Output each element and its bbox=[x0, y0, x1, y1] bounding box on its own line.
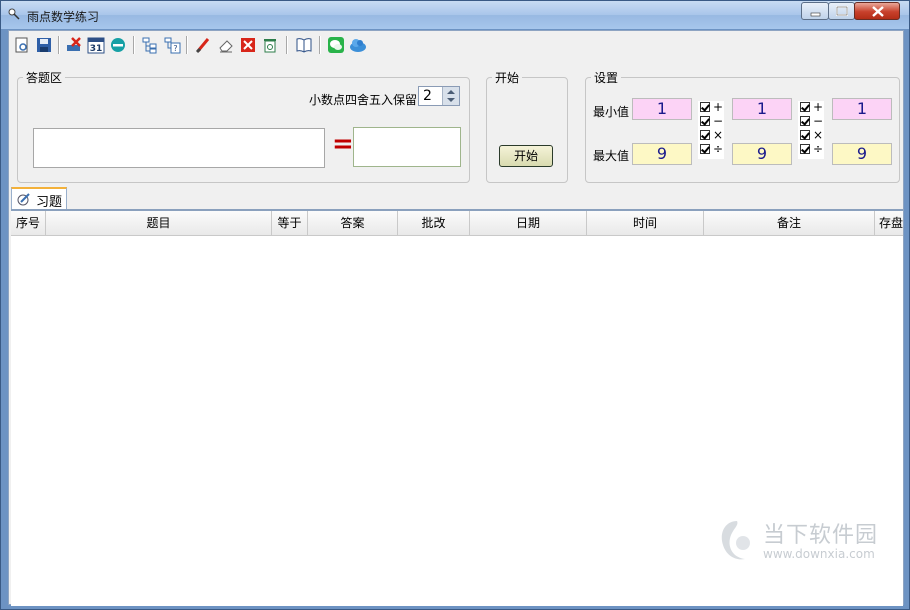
column-header-answer[interactable]: 答案 bbox=[308, 211, 398, 235]
eraser-icon[interactable] bbox=[217, 36, 235, 54]
watermark-url: www.downxia.com bbox=[763, 547, 875, 561]
tab-exercises[interactable]: 习题 bbox=[11, 187, 67, 210]
start-legend: 开始 bbox=[495, 71, 520, 85]
toolbar-separator bbox=[133, 36, 135, 54]
column-header-date[interactable]: 日期 bbox=[470, 211, 587, 235]
pencil-icon bbox=[17, 193, 30, 206]
op-symbol: − bbox=[813, 114, 824, 128]
op-symbol: × bbox=[713, 128, 724, 142]
watermark-text: 当下软件园 bbox=[763, 523, 879, 548]
recycle-icon[interactable] bbox=[261, 36, 279, 54]
app-icon bbox=[8, 8, 20, 20]
wechat-icon[interactable] bbox=[327, 36, 345, 54]
toolbar-separator bbox=[186, 36, 188, 54]
start-button[interactable]: 开始 bbox=[499, 145, 553, 167]
min-value-b[interactable]: 1 bbox=[732, 98, 792, 120]
watermark-logo-icon bbox=[721, 521, 750, 560]
op-symbol: − bbox=[713, 114, 724, 128]
column-header-save[interactable]: 存盘 bbox=[875, 211, 903, 235]
question-display[interactable] bbox=[33, 128, 325, 168]
maximize-button[interactable] bbox=[828, 2, 855, 20]
app-window: 雨点数学练习 31 ? 答题区 小数点四舍五入保留 2 = 开始 开始 设置 最… bbox=[0, 0, 910, 610]
help-icon[interactable]: ? bbox=[163, 36, 181, 54]
checkbox-icon bbox=[800, 116, 810, 126]
checkbox-icon bbox=[800, 102, 810, 112]
minimize-icon bbox=[810, 12, 821, 17]
op-subtract-checkbox[interactable]: − bbox=[700, 114, 724, 129]
min-value-c[interactable]: 1 bbox=[832, 98, 892, 120]
toolbar: 31 ? bbox=[9, 31, 903, 59]
max-value-a[interactable]: 9 bbox=[632, 143, 692, 165]
op-symbol: ÷ bbox=[713, 142, 724, 156]
minimize-button[interactable] bbox=[801, 2, 829, 20]
book-icon[interactable] bbox=[295, 36, 313, 54]
equals-sign: = bbox=[332, 129, 354, 159]
toolbar-separator bbox=[58, 36, 60, 54]
brush-icon[interactable] bbox=[195, 36, 213, 54]
checkbox-icon bbox=[700, 116, 710, 126]
maximize-icon bbox=[836, 6, 848, 16]
checkbox-icon bbox=[800, 144, 810, 154]
spinner-arrows-icon bbox=[447, 90, 455, 102]
window-title: 雨点数学练习 bbox=[27, 10, 100, 24]
watermark: 当下软件园 www.downxia.com bbox=[717, 513, 893, 569]
close-icon bbox=[872, 6, 884, 17]
round-decimals-spinner[interactable]: 2 bbox=[418, 86, 460, 106]
toolbar-separator bbox=[286, 36, 288, 54]
op-subtract-checkbox[interactable]: − bbox=[800, 114, 824, 129]
table-header: 序号 题目 等于 答案 批改 日期 时间 备注 存盘 bbox=[11, 211, 903, 236]
op-multiply-checkbox[interactable]: × bbox=[800, 128, 824, 143]
op-symbol: + bbox=[813, 100, 824, 114]
close-red-icon[interactable] bbox=[239, 36, 257, 54]
column-header-notes[interactable]: 备注 bbox=[704, 211, 875, 235]
round-decimals-value: 2 bbox=[423, 88, 432, 104]
cloud-icon[interactable] bbox=[349, 36, 367, 54]
svg-text:?: ? bbox=[173, 44, 177, 53]
title-bar[interactable]: 雨点数学练习 bbox=[1, 1, 909, 29]
settings-legend: 设置 bbox=[594, 71, 619, 85]
toolbar-separator bbox=[319, 36, 321, 54]
operators-group-1: + − × ÷ bbox=[698, 100, 724, 159]
column-header-index[interactable]: 序号 bbox=[11, 211, 46, 235]
column-header-question[interactable]: 题目 bbox=[46, 211, 272, 235]
settings-group: 设置 bbox=[585, 69, 900, 183]
op-symbol: × bbox=[813, 128, 824, 142]
svg-text:31: 31 bbox=[90, 44, 103, 54]
new-document-icon[interactable] bbox=[13, 36, 31, 54]
checkbox-icon bbox=[800, 130, 810, 140]
calendar-icon[interactable]: 31 bbox=[87, 36, 105, 54]
max-value-b[interactable]: 9 bbox=[732, 143, 792, 165]
answer-area-legend: 答题区 bbox=[26, 71, 63, 85]
op-multiply-checkbox[interactable]: × bbox=[700, 128, 724, 143]
min-value-a[interactable]: 1 bbox=[632, 98, 692, 120]
max-value-label: 最大值 bbox=[593, 149, 630, 163]
max-value-c[interactable]: 9 bbox=[832, 143, 892, 165]
column-header-time[interactable]: 时间 bbox=[587, 211, 704, 235]
close-window-button[interactable] bbox=[854, 2, 900, 20]
op-symbol: ÷ bbox=[813, 142, 824, 156]
op-divide-checkbox[interactable]: ÷ bbox=[700, 142, 724, 157]
checkbox-icon bbox=[700, 144, 710, 154]
round-decimals-label: 小数点四舍五入保留 bbox=[309, 93, 418, 107]
delete-icon[interactable] bbox=[65, 36, 83, 54]
op-add-checkbox[interactable]: + bbox=[700, 100, 724, 115]
column-header-grading[interactable]: 批改 bbox=[398, 211, 470, 235]
checkbox-icon bbox=[700, 130, 710, 140]
spinner-buttons[interactable] bbox=[442, 87, 459, 105]
save-icon[interactable] bbox=[35, 36, 53, 54]
min-value-label: 最小值 bbox=[593, 105, 630, 119]
checkbox-icon bbox=[700, 102, 710, 112]
column-header-equals[interactable]: 等于 bbox=[272, 211, 308, 235]
tree-icon[interactable] bbox=[141, 36, 159, 54]
op-divide-checkbox[interactable]: ÷ bbox=[800, 142, 824, 157]
operators-group-2: + − × ÷ bbox=[798, 100, 824, 159]
stop-icon[interactable] bbox=[109, 36, 127, 54]
answer-input[interactable] bbox=[353, 127, 461, 167]
op-symbol: + bbox=[713, 100, 724, 114]
tab-exercises-label: 习题 bbox=[36, 195, 63, 210]
op-add-checkbox[interactable]: + bbox=[800, 100, 824, 115]
